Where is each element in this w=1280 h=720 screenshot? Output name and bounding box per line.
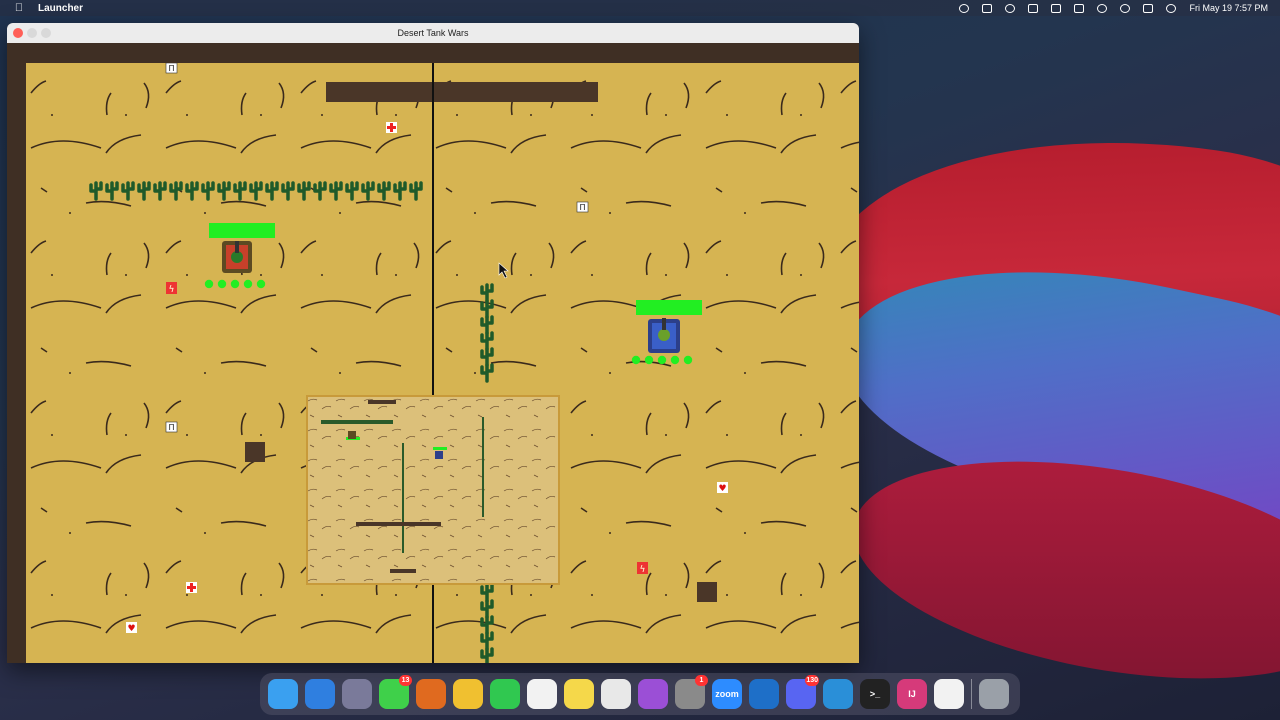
reminders-icon[interactable] [527,679,557,709]
safari-icon[interactable] [305,679,335,709]
notes-icon[interactable] [564,679,594,709]
svg-text:♥: ♥ [127,624,135,634]
life-dot [670,355,680,365]
life-dot [256,279,266,289]
svg-text:♥: ♥ [718,484,726,494]
health-kit-powerup [386,122,397,133]
game-canvas[interactable]: Π Π Π ϟ ϟ ♥ ♥ [26,63,859,663]
dock: 13 1 zoom 130 >_ IJ [260,673,1020,715]
shield-powerup: Π [165,63,178,74]
active-app-name[interactable]: Launcher [38,3,83,14]
control-center-icon[interactable] [1143,3,1154,13]
finder-icon[interactable] [268,679,298,709]
wand-icon[interactable] [982,3,993,13]
window-titlebar: Desert Tank Wars [7,23,859,43]
life-dot [683,355,693,365]
notification-badge: 13 [399,675,412,686]
zoom-window-icon[interactable] [41,28,51,38]
shield-powerup: Π [165,421,178,433]
svg-text:Π: Π [168,64,174,73]
notification-badge: 1 [695,675,708,686]
launchpad-icon[interactable] [342,679,372,709]
menu-bar:  Launcher Fri May 19 7:57 PM [0,0,1280,16]
svg-text:ϟ: ϟ [169,285,175,295]
wifi-icon[interactable] [1097,3,1108,13]
chrome-icon[interactable] [601,679,631,709]
apple-menu-icon[interactable]:  [10,2,28,14]
life-dot [644,355,654,365]
intellij-icon[interactable]: IJ [897,679,927,709]
vscode-icon[interactable] [823,679,853,709]
player2-health-bar [636,300,702,315]
life-dot [230,279,240,289]
minimize-window-icon[interactable] [27,28,37,38]
svg-text:Π: Π [168,423,174,432]
wall-top [326,82,598,102]
java-icon[interactable] [934,679,964,709]
menu-bar-clock[interactable]: Fri May 19 7:57 PM [1189,3,1268,13]
record-icon[interactable] [959,3,970,13]
life-dot [631,355,641,365]
terminal-icon[interactable]: >_ [860,679,890,709]
shield-powerup: Π [576,201,589,213]
spotlight-icon[interactable] [1120,3,1131,13]
game-field[interactable]: Π Π Π ϟ ϟ ♥ ♥ [26,63,859,663]
menu-bar-status: Fri May 19 7:57 PM [959,0,1268,16]
zoom-icon[interactable]: zoom [712,679,742,709]
trash-icon[interactable] [979,679,1009,709]
outlook-icon[interactable] [749,679,779,709]
podcasts-icon[interactable] [638,679,668,709]
dock-separator [971,679,972,709]
wall-block-right [697,582,717,602]
life-dot [204,279,214,289]
wall-block-left [245,442,265,462]
discord-icon[interactable]: 130 [786,675,819,709]
extra-life-powerup: ♥ [717,482,728,494]
extra-life-powerup: ♥ [126,622,137,634]
health-kit-powerup [186,582,197,593]
siri-icon[interactable] [1166,3,1177,13]
life-dot [243,279,253,289]
life-dot [657,355,667,365]
svg-text:ϟ: ϟ [640,565,646,575]
system-preferences-icon[interactable]: 1 [675,675,708,709]
notification-badge: 130 [805,675,819,686]
photos-icon[interactable] [453,679,483,709]
firefox-icon[interactable] [416,679,446,709]
player1-health-bar [209,223,275,238]
life-dot [217,279,227,289]
bluetooth-icon[interactable] [1051,3,1062,13]
svg-text:Π: Π [579,203,585,212]
messages-icon[interactable]: 13 [379,675,412,709]
close-window-icon[interactable] [13,28,23,38]
battery-icon[interactable] [1074,3,1085,13]
creative-cloud-icon[interactable] [1005,3,1016,13]
facetime-icon[interactable] [490,679,520,709]
speed-powerup: ϟ [637,562,648,575]
window-title: Desert Tank Wars [397,28,469,38]
game-window: Desert Tank Wars Π Π Π ϟ ϟ ♥ ♥ [7,23,859,663]
speed-powerup: ϟ [166,282,177,295]
share-icon[interactable] [1028,3,1039,13]
minimap [306,395,560,585]
